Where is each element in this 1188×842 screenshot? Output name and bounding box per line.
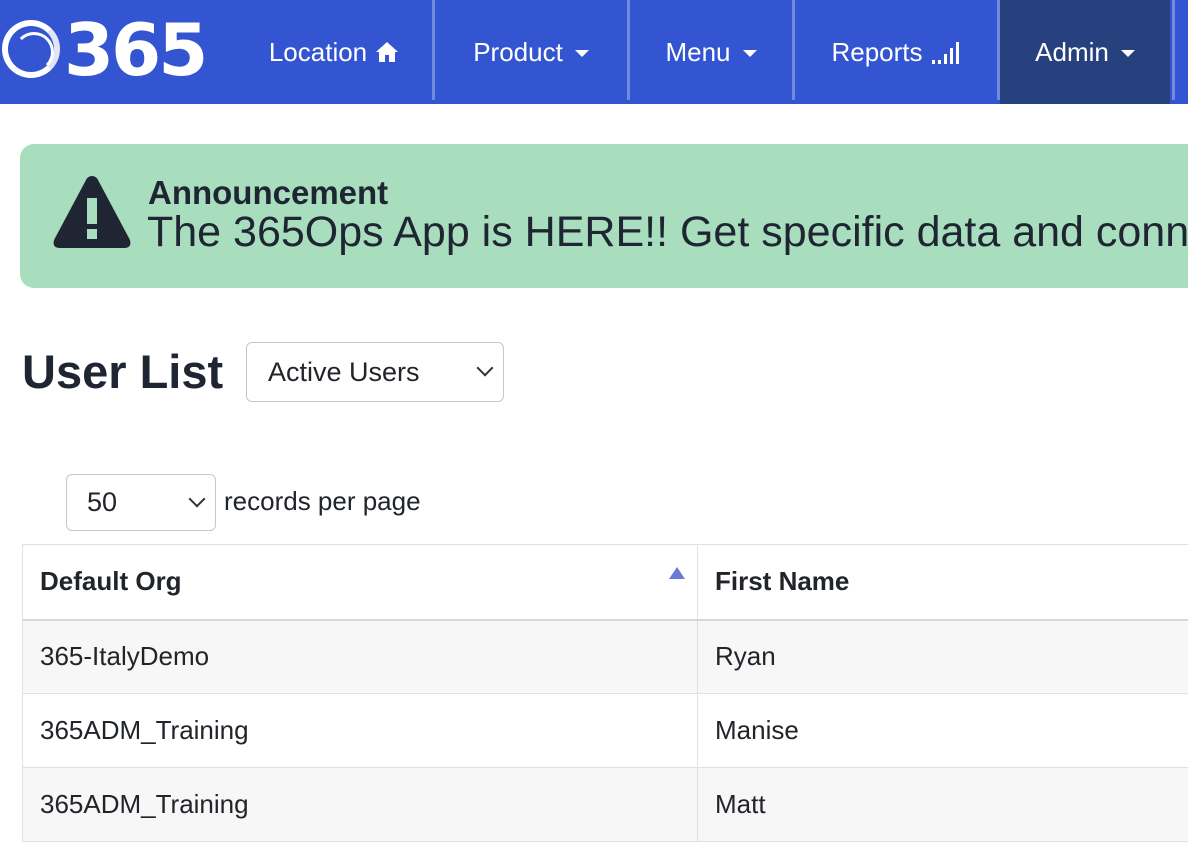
caret-down-icon [1120,49,1135,57]
home-icon [376,42,399,62]
page-size-select[interactable]: 50 [66,474,216,531]
announcement-banner: Announcement The 365Ops App is HERE!! Ge… [20,144,1188,288]
brand-logo[interactable]: 365 [2,8,212,92]
nav-separator [1172,0,1175,100]
nav-admin[interactable]: Admin [1000,0,1170,104]
logo-text: 365 [64,8,208,92]
announcement-text: The 365Ops App is HERE!! Get specific da… [147,208,1188,256]
nav-menu[interactable]: Menu [630,0,792,104]
caret-down-icon [574,49,589,57]
caret-down-icon [742,49,757,57]
logo-ring-icon [2,20,60,78]
column-header-first-name[interactable]: First Name [697,544,1188,621]
user-filter-value: Active Users [268,356,420,387]
cell-default-org: 365-ItalyDemo [22,619,698,694]
table-row[interactable]: 365ADM_Training Matt [22,767,1188,842]
nav-reports[interactable]: Reports [795,0,997,104]
cell-default-org: 365ADM_Training [22,767,698,842]
nav-product-label: Product [473,36,563,67]
chevron-down-icon [476,359,494,377]
page-title: User List [22,345,224,398]
cell-default-org: 365ADM_Training [22,693,698,768]
nav-reports-label: Reports [831,36,923,67]
cell-first-name: Ryan [697,619,1188,694]
nav-product[interactable]: Product [435,0,627,104]
column-header-label: First Name [715,566,850,597]
nav-location[interactable]: Location [236,0,432,104]
table-row[interactable]: 365-ItalyDemo Ryan [22,619,1188,694]
signal-bars-icon [931,42,959,64]
table-header-row: Default Org First Name [22,544,1188,621]
nav-menu-label: Menu [665,36,731,67]
cell-first-name: Manise [697,693,1188,768]
warning-icon [53,176,131,248]
announcement-title: Announcement [148,174,389,211]
nav-admin-label: Admin [1035,36,1109,67]
sort-ascending-icon [669,567,685,579]
cell-first-name: Matt [697,767,1188,842]
column-header-label: Default Org [40,566,182,597]
column-header-default-org[interactable]: Default Org [22,544,698,621]
page-size-value: 50 [87,487,118,517]
user-filter-select[interactable]: Active Users [246,342,504,402]
records-per-page-label: records per page [224,486,421,516]
table-row[interactable]: 365ADM_Training Manise [22,693,1188,768]
top-navbar: 365 Location Product Menu Reports Admin [0,0,1188,104]
chevron-down-icon [188,490,206,508]
user-table: Default Org First Name 365-ItalyDemo Rya… [22,544,1188,842]
nav-location-label: Location [268,36,368,67]
